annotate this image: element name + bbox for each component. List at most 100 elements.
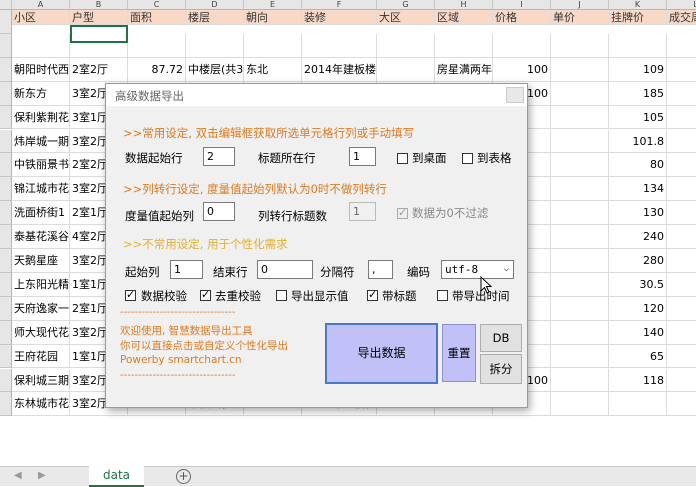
db-button[interactable]: DB bbox=[480, 324, 522, 352]
header-cell[interactable]: 单价 bbox=[551, 10, 609, 25]
encoding-select[interactable]: utf-8 ⌵ bbox=[441, 260, 514, 279]
table-cell[interactable]: 2 bbox=[667, 321, 696, 345]
header-cell[interactable]: 面积 bbox=[128, 10, 186, 25]
with-time-checkbox[interactable] bbox=[437, 290, 448, 301]
table-cell[interactable] bbox=[551, 225, 609, 249]
table-cell[interactable]: 天府逸家一 bbox=[12, 296, 70, 321]
table-cell[interactable]: 炜岸城一期 bbox=[12, 129, 70, 154]
with-title-checkbox[interactable] bbox=[367, 288, 378, 301]
table-cell[interactable]: 2 bbox=[667, 225, 696, 249]
column-header-f[interactable]: F bbox=[302, 0, 377, 10]
table-cell[interactable]: 280 bbox=[609, 249, 667, 273]
table-cell[interactable]: 10 bbox=[667, 273, 696, 297]
table-cell[interactable] bbox=[551, 249, 609, 273]
row-header[interactable] bbox=[0, 296, 12, 321]
table-cell[interactable]: 天鹅星座 bbox=[12, 249, 70, 273]
table-cell[interactable] bbox=[551, 105, 609, 130]
table-cell[interactable]: 东林城市花 bbox=[12, 392, 70, 417]
table-cell[interactable]: 保利紫荆花 bbox=[12, 105, 70, 130]
row-header[interactable] bbox=[0, 201, 12, 226]
table-cell[interactable]: 240 bbox=[609, 225, 667, 249]
table-cell[interactable]: 87.72 bbox=[128, 57, 186, 82]
table-cell[interactable]: 65 bbox=[609, 344, 667, 369]
table-cell[interactable]: 134 bbox=[609, 177, 667, 202]
table-cell[interactable]: 4 bbox=[667, 177, 696, 202]
row-header[interactable] bbox=[0, 344, 12, 369]
table-cell[interactable]: 100 bbox=[493, 57, 551, 82]
row-header[interactable] bbox=[0, 129, 12, 154]
header-cell[interactable]: 户型 bbox=[70, 10, 128, 25]
column-header-k[interactable]: K bbox=[609, 0, 667, 10]
header-cell[interactable]: 楼层 bbox=[186, 10, 244, 25]
row-header[interactable] bbox=[0, 320, 12, 345]
table-cell[interactable] bbox=[551, 81, 609, 106]
table-cell[interactable] bbox=[609, 392, 667, 417]
table-cell[interactable] bbox=[551, 129, 609, 154]
table-cell[interactable] bbox=[186, 33, 244, 58]
sheet-tab-data[interactable]: data bbox=[89, 466, 144, 487]
column-header-e[interactable]: E bbox=[244, 0, 302, 10]
table-cell[interactable]: 王府花园 bbox=[12, 344, 70, 369]
column-header-j[interactable]: J bbox=[551, 0, 609, 10]
table-cell[interactable]: 泰基花溪谷 bbox=[12, 225, 70, 249]
header-cell[interactable]: 朝向 bbox=[244, 10, 302, 25]
column-header-a[interactable]: A bbox=[12, 0, 70, 10]
table-cell[interactable]: 140 bbox=[609, 320, 667, 345]
header-cell[interactable]: 挂牌价 bbox=[609, 10, 667, 25]
selected-cell[interactable] bbox=[70, 24, 128, 43]
to-sheet-checkbox[interactable] bbox=[462, 153, 473, 164]
table-cell[interactable] bbox=[551, 272, 609, 297]
table-cell[interactable] bbox=[667, 392, 696, 417]
export-button[interactable]: 导出数据 bbox=[325, 323, 438, 384]
table-cell[interactable] bbox=[551, 344, 609, 369]
table-cell[interactable]: 5 bbox=[667, 369, 696, 393]
table-cell[interactable] bbox=[551, 296, 609, 321]
header-cell[interactable]: 大区 bbox=[377, 10, 435, 25]
tab-nav-right-icon[interactable]: ▶ bbox=[38, 470, 46, 481]
measure-col-input[interactable]: 0 bbox=[203, 202, 235, 221]
table-cell[interactable] bbox=[493, 33, 551, 58]
table-cell[interactable] bbox=[551, 177, 609, 202]
select-all-corner[interactable] bbox=[0, 0, 12, 10]
table-cell[interactable]: 东北 bbox=[244, 57, 302, 82]
separator-input[interactable]: , bbox=[368, 260, 393, 279]
to-desktop-checkbox[interactable] bbox=[397, 153, 408, 164]
column-header-d[interactable]: D bbox=[186, 0, 244, 10]
column-header-i[interactable]: I bbox=[493, 0, 551, 10]
table-cell[interactable]: 保利城三期 bbox=[12, 368, 70, 393]
table-cell[interactable]: 1 bbox=[667, 201, 696, 226]
row-header[interactable] bbox=[0, 225, 12, 249]
table-cell[interactable] bbox=[244, 33, 302, 58]
plus-circle-icon[interactable]: + bbox=[176, 469, 191, 484]
row-header[interactable] bbox=[0, 10, 12, 34]
column-header-b[interactable]: B bbox=[70, 0, 128, 10]
split-button[interactable]: 拆分 bbox=[480, 354, 522, 384]
column-header-h[interactable]: H bbox=[435, 0, 493, 10]
table-cell[interactable]: 118 bbox=[609, 368, 667, 393]
table-cell[interactable]: 185 bbox=[609, 81, 667, 106]
table-cell[interactable]: 101.8 bbox=[609, 129, 667, 154]
table-cell[interactable] bbox=[377, 33, 435, 58]
table-cell[interactable] bbox=[667, 34, 696, 58]
close-icon[interactable] bbox=[506, 87, 524, 103]
column-header-l[interactable]: L bbox=[667, 0, 696, 10]
table-cell[interactable] bbox=[551, 33, 609, 58]
table-cell[interactable]: 3 bbox=[667, 130, 696, 154]
table-cell[interactable] bbox=[302, 33, 377, 58]
table-cell[interactable] bbox=[435, 33, 493, 58]
check-data-checkbox[interactable] bbox=[125, 288, 136, 301]
header-cell[interactable]: 价格 bbox=[493, 10, 551, 25]
column-header-g[interactable]: G bbox=[377, 0, 435, 10]
table-cell[interactable]: 中铁丽景书 bbox=[12, 153, 70, 178]
table-cell[interactable]: 上东阳光精 bbox=[12, 272, 70, 297]
table-cell[interactable]: 109 bbox=[609, 57, 667, 82]
table-cell[interactable]: 中楼层(共3 bbox=[186, 57, 244, 82]
table-cell[interactable]: 4 bbox=[667, 58, 696, 82]
header-cell[interactable]: 小区 bbox=[12, 10, 70, 25]
table-cell[interactable]: 1 bbox=[667, 249, 696, 273]
table-cell[interactable] bbox=[551, 320, 609, 345]
table-cell[interactable]: 130 bbox=[609, 201, 667, 226]
table-cell[interactable] bbox=[551, 153, 609, 178]
table-cell[interactable]: 洗面桥街1 bbox=[12, 201, 70, 226]
table-cell[interactable] bbox=[12, 33, 70, 58]
